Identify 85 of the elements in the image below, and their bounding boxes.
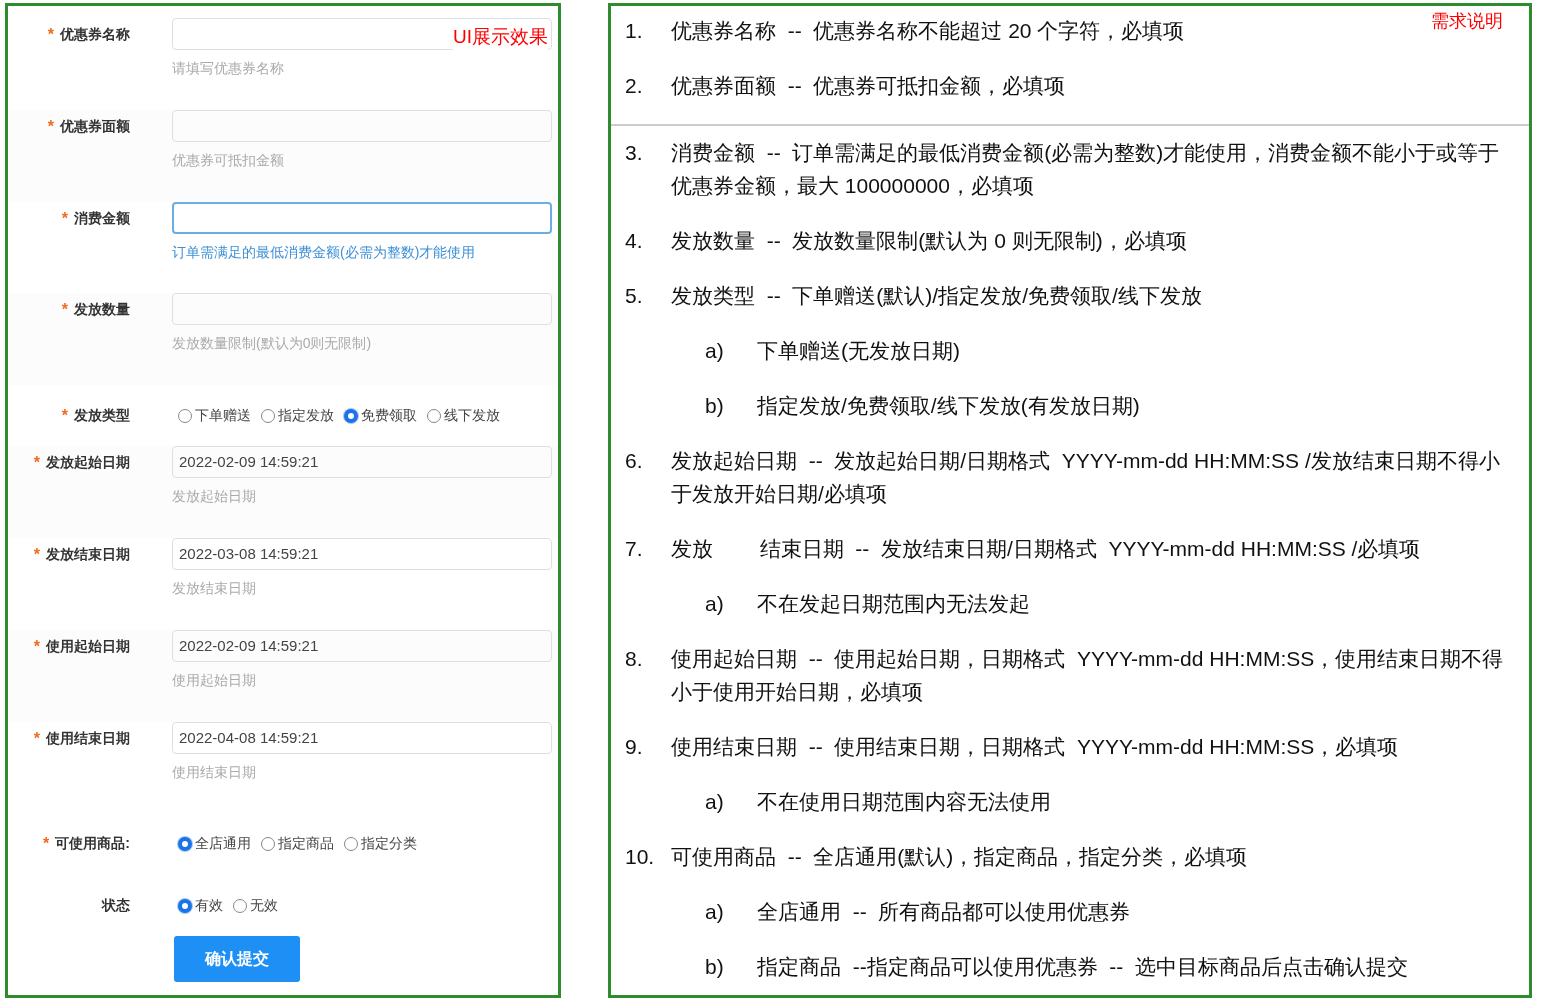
required-mark: * — [61, 301, 68, 320]
requirement-text: 发放数量 -- 发放数量限制(默认为 0 则无限制)，必填项 — [671, 228, 1187, 254]
date-field[interactable]: 2022-03-08 14:59:21 — [172, 538, 552, 571]
radio-button[interactable] — [178, 408, 192, 423]
requirement-text: 消费金额 -- 订单需满足的最低消费金额(必需为整数)才能使用，消费金额不能小于或等于优惠券金额，最大 100000000，必填项 — [671, 140, 1501, 199]
panel-caption: 需求说明 — [1431, 10, 1503, 33]
radio-label[interactable]: 指定商品 — [278, 835, 334, 854]
list-number: 8. — [625, 646, 644, 672]
list-number: 3. — [625, 140, 644, 166]
field-label: 发放结束日期 — [46, 546, 130, 565]
field-hint: 使用结束日期 — [172, 763, 257, 782]
required-mark: * — [47, 117, 54, 136]
radio-label[interactable]: 指定分类 — [361, 835, 417, 854]
list-number: a) — [705, 789, 725, 815]
requirement-text: 优惠券名称 -- 优惠券名称不能超过 20 个字符，必填项 — [671, 18, 1185, 44]
required-mark: * — [33, 454, 40, 473]
field-label: 可使用商品: — [55, 835, 130, 854]
field-hint: 优惠券可抵扣金额 — [172, 151, 285, 170]
requirement-text: 使用结束日期 -- 使用结束日期，日期格式 YYYY-mm-dd HH:MM:SS，必填项 — [671, 734, 1399, 760]
radio-label[interactable]: 无效 — [250, 896, 278, 915]
field-hint: 发放起始日期 — [172, 488, 257, 507]
required-mark: * — [33, 638, 40, 656]
requirement-text: 可使用商品 -- 全店通用(默认)，指定商品，指定分类，必填项 — [671, 844, 1248, 870]
list-number: b) — [705, 954, 725, 980]
radio-button[interactable] — [261, 408, 275, 423]
required-mark: * — [61, 209, 68, 228]
date-field[interactable]: 2022-04-08 14:59:21 — [172, 721, 552, 754]
list-number: 6. — [625, 448, 644, 474]
radio-label[interactable]: 指定发放 — [278, 406, 334, 425]
field-label: 发放起始日期 — [46, 454, 130, 473]
field-hint: 发放数量限制(默认为0则无限制) — [172, 335, 373, 354]
field-label: 消费金额 — [74, 209, 130, 228]
required-mark: * — [61, 406, 68, 425]
date-field[interactable]: 2022-02-09 14:59:21 — [172, 446, 552, 479]
radio-button[interactable] — [344, 837, 358, 852]
radio-button[interactable] — [427, 408, 441, 423]
date-field[interactable]: 2022-02-09 14:59:21 — [172, 630, 552, 662]
list-number: 9. — [625, 734, 644, 760]
radio-button[interactable] — [178, 898, 192, 913]
list-number: 1. — [625, 18, 644, 44]
field-hint: 订单需满足的最低消费金额(必需为整数)才能使用 — [172, 243, 477, 262]
requirement-text: 发放类型 -- 下单赠送(默认)/指定发放/免费领取/线下发放 — [671, 283, 1202, 309]
radio-button[interactable] — [261, 837, 275, 852]
requirement-text: 指定发放/免费领取/线下发放(有发放日期) — [757, 393, 1140, 419]
field-label: 使用结束日期 — [46, 729, 130, 748]
field-hint: 请填写优惠券名称 — [172, 60, 285, 78]
requirement-text: 不在使用日期范围内容无法使用 — [757, 789, 1051, 815]
radio-label[interactable]: 有效 — [195, 896, 223, 915]
required-mark: * — [33, 729, 40, 748]
list-number: a) — [705, 591, 725, 617]
list-number: 7. — [625, 536, 644, 562]
field-hint: 发放结束日期 — [172, 580, 257, 599]
radio-label[interactable]: 下单赠送 — [195, 406, 251, 425]
field-label: 发放数量 — [74, 301, 130, 320]
radio-button[interactable] — [178, 837, 192, 852]
field-label: 优惠券名称 — [60, 26, 130, 44]
list-number: b) — [705, 393, 725, 419]
field-label: 优惠券面额 — [60, 117, 130, 136]
field-hint: 使用起始日期 — [172, 672, 257, 690]
list-number: 2. — [625, 73, 644, 99]
list-number: a) — [705, 338, 725, 364]
requirement-text: 指定商品 --指定商品可以使用优惠券 -- 选中目标商品后点击确认提交 — [757, 954, 1408, 980]
requirement-text: 不在发起日期范围内无法发起 — [757, 591, 1030, 617]
requirement-text: 发放起始日期 -- 发放起始日期/日期格式 YYYY-mm-dd HH:MM:SS /发放结束日期不得小于发放开始日期/必填项 — [671, 448, 1501, 507]
radio-button[interactable] — [233, 898, 247, 913]
required-mark: * — [33, 546, 40, 565]
requirement-text: 使用起始日期 -- 使用起始日期，日期格式 YYYY-mm-dd HH:MM:SS，使用结束日期不得小于使用开始日期，必填项 — [671, 646, 1505, 705]
requirement-text: 下单赠送(无发放日期) — [757, 338, 960, 364]
list-number: 5. — [625, 283, 644, 309]
required-mark: * — [43, 835, 50, 854]
field-label: 使用起始日期 — [46, 638, 130, 656]
radio-button[interactable] — [344, 408, 358, 423]
field-label: 状态 — [102, 896, 130, 915]
radio-label[interactable]: 免费领取 — [361, 406, 417, 425]
field-label: 发放类型 — [74, 406, 130, 425]
required-mark: * — [47, 26, 54, 44]
input-field[interactable] — [172, 201, 552, 234]
radio-label[interactable]: 全店通用 — [195, 835, 251, 854]
list-number: 4. — [625, 228, 644, 254]
requirement-text: 优惠券面额 -- 优惠券可抵扣金额，必填项 — [671, 73, 1066, 99]
radio-label[interactable]: 线下发放 — [444, 406, 500, 425]
requirement-text: 全店通用 -- 所有商品都可以使用优惠券 — [757, 899, 1131, 925]
list-number: a) — [705, 899, 725, 925]
requirement-text: 发放 结束日期 -- 发放结束日期/日期格式 YYYY-mm-dd HH:MM:SS /必填项 — [671, 536, 1421, 562]
list-number: 10. — [625, 844, 656, 870]
